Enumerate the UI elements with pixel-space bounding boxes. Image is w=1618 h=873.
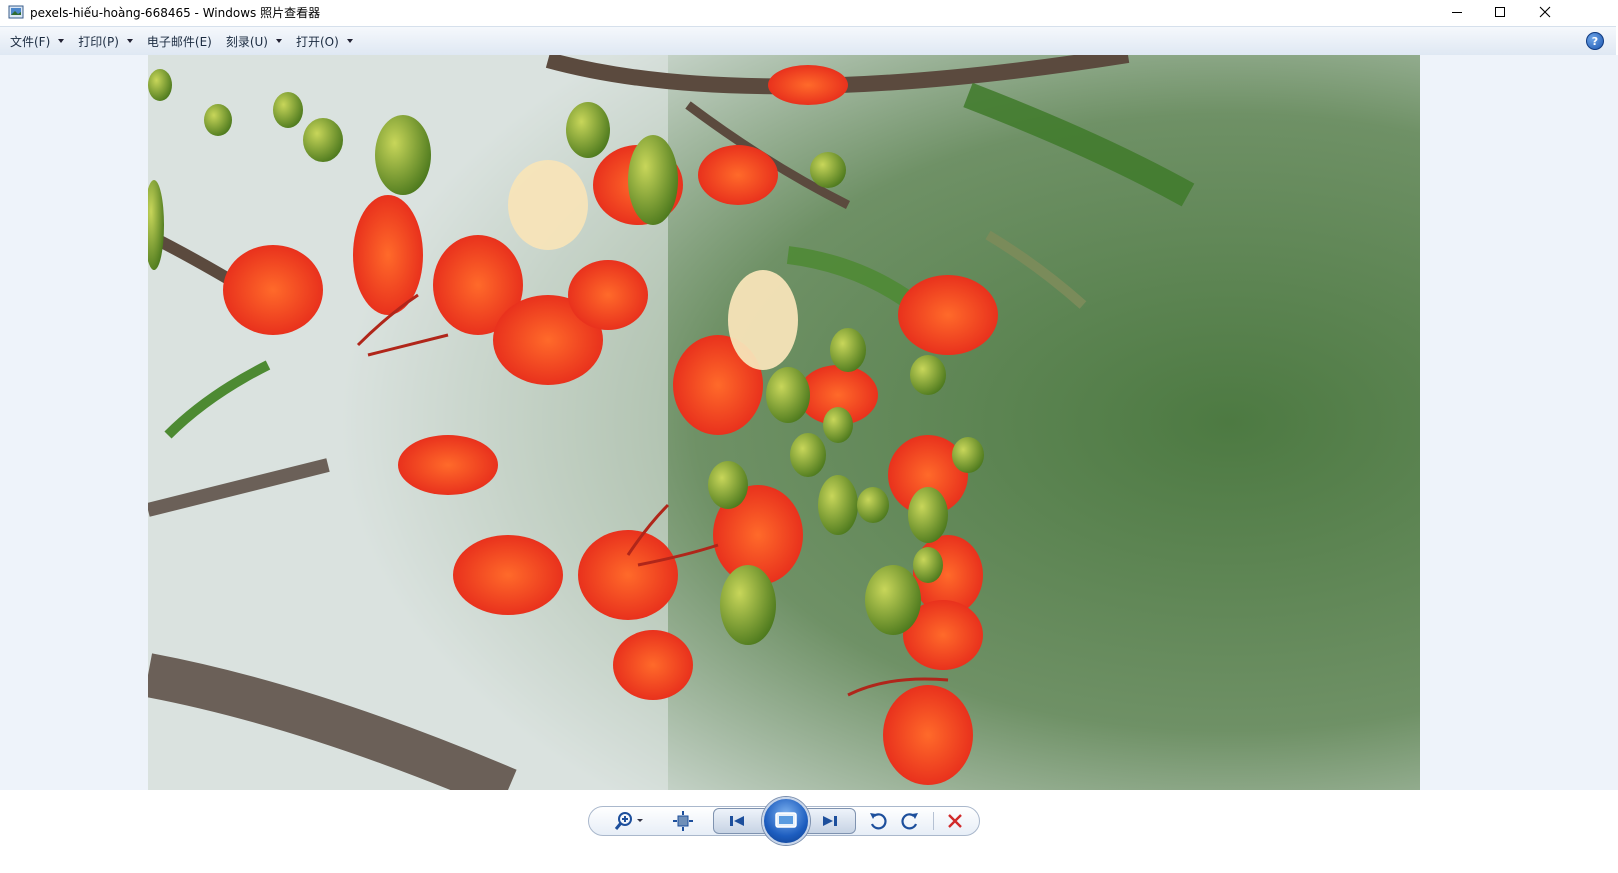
command-bar: 文件(F) 打印(P) 电子邮件(E) 刻录(U) 打开(O) ? (0, 26, 1616, 56)
help-icon[interactable]: ? (1586, 32, 1604, 50)
rotate-counterclockwise-button[interactable] (866, 811, 890, 831)
maximize-icon (1495, 7, 1505, 17)
dropdown-arrow-icon (346, 39, 353, 43)
menu-burn-label: 刻录(U) (225, 34, 268, 49)
title-bar: pexels-hiếu-hoàng-668465 - Windows 照片查看器 (0, 0, 1618, 24)
image-viewer-area (0, 55, 1618, 790)
zoom-icon (614, 812, 643, 830)
actual-size-button[interactable] (671, 811, 695, 831)
slideshow-icon (775, 812, 797, 828)
rotate-clockwise-button[interactable] (898, 811, 922, 831)
menu-file-label: 文件(F) (10, 34, 51, 49)
close-button[interactable] (1523, 0, 1567, 24)
maximize-button[interactable] (1478, 0, 1522, 24)
menu-email-label: 电子邮件(E) (146, 34, 212, 49)
photo-viewer-app-icon (8, 4, 24, 20)
menu-print-label: 打印(P) (78, 34, 119, 49)
next-button[interactable] (818, 811, 842, 831)
zoom-button[interactable] (612, 811, 648, 831)
menu-burn[interactable]: 刻录(U) (220, 28, 288, 54)
next-icon (823, 816, 837, 826)
menu-open-label: 打开(O) (296, 34, 339, 49)
rotate-clockwise-icon (901, 813, 918, 830)
close-icon (1539, 6, 1551, 18)
minimize-icon (1452, 12, 1462, 13)
displayed-photo (148, 55, 1420, 790)
actual-size-icon (673, 811, 693, 831)
minimize-button[interactable] (1435, 0, 1479, 24)
slideshow-button[interactable] (762, 797, 810, 845)
bottom-toolbar (0, 790, 1618, 873)
rotate-counterclockwise-icon (870, 813, 887, 830)
previous-icon (730, 816, 744, 826)
delete-icon (948, 814, 962, 828)
dropdown-arrow-icon (126, 39, 133, 43)
menu-file[interactable]: 文件(F) (4, 28, 70, 54)
window-title: pexels-hiếu-hoàng-668465 - Windows 照片查看器 (30, 5, 321, 20)
menu-print[interactable]: 打印(P) (72, 28, 139, 54)
toolbar-separator (933, 812, 934, 830)
menu-email[interactable]: 电子邮件(E) (141, 28, 218, 54)
dropdown-arrow-icon (276, 39, 282, 43)
previous-button[interactable] (725, 811, 749, 831)
menu-open[interactable]: 打开(O) (290, 28, 359, 54)
delete-button[interactable] (943, 811, 967, 831)
flower-photo-illustration (148, 55, 1420, 790)
dropdown-arrow-icon (58, 39, 65, 43)
